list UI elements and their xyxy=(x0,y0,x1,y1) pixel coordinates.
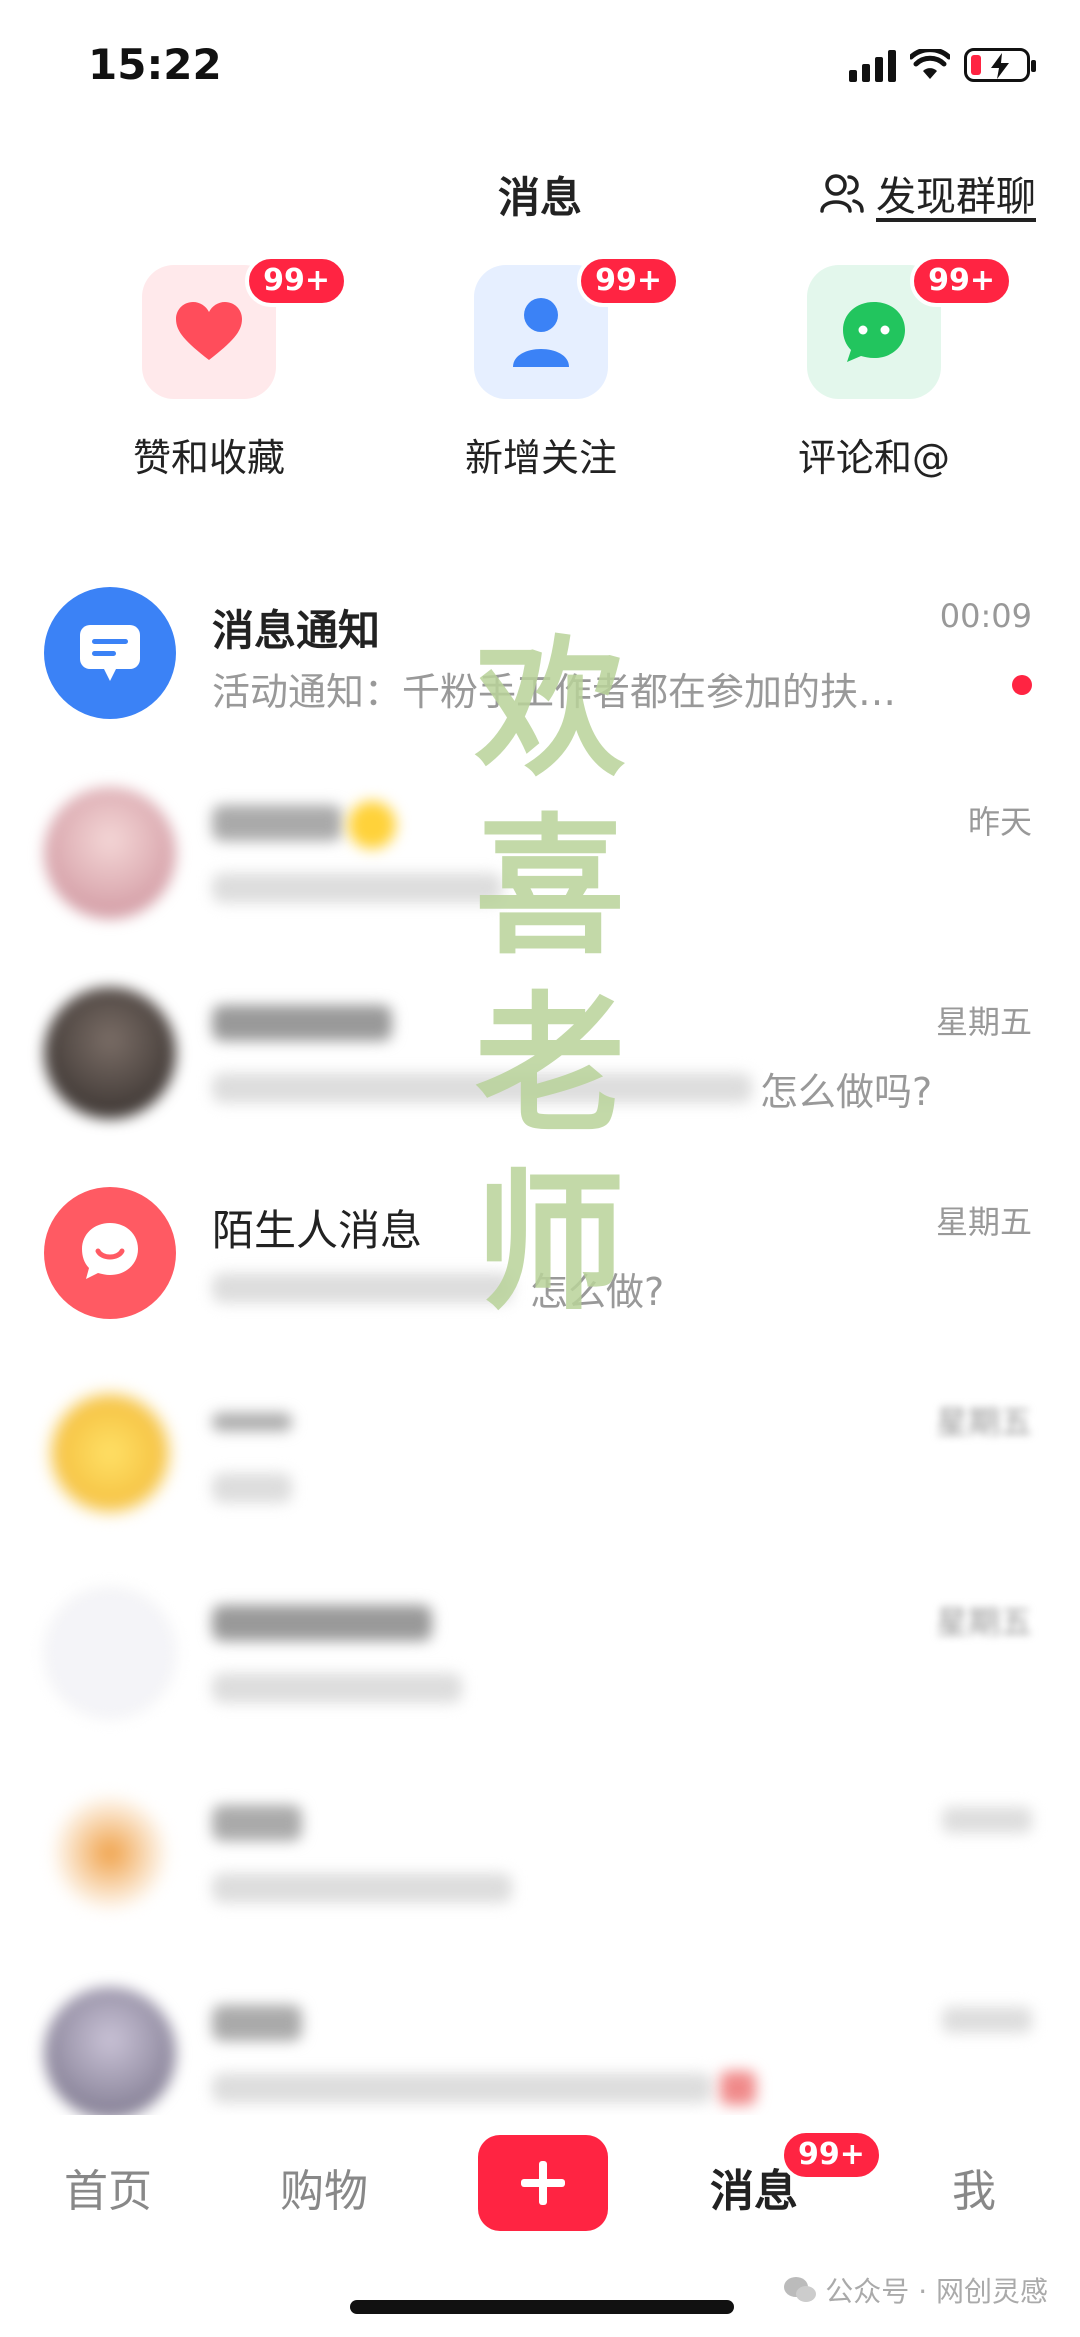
blurred-preview xyxy=(212,2073,712,2103)
list-item-title: 陌生人消息 xyxy=(212,1206,423,1255)
tab-shop[interactable]: 购物 xyxy=(280,2155,368,2219)
emoji-icon xyxy=(348,801,396,849)
signal-icon xyxy=(849,48,896,82)
list-item-preview: 活动通知：千粉手工作者都在参加的扶… xyxy=(212,670,897,714)
list-item-chat[interactable]: 怎么做吗? 星期五 xyxy=(0,975,1080,1175)
blurred-name xyxy=(212,1605,432,1641)
list-item-chat[interactable]: 昨天 xyxy=(0,775,1080,975)
list-item-system-notification[interactable]: 消息通知 活动通知：千粉手工作者都在参加的扶… 00:09 xyxy=(0,575,1080,775)
list-item-time: 星期五 xyxy=(935,1003,1032,1041)
list-item-time: 00:09 xyxy=(939,597,1032,635)
blurred-name xyxy=(212,1005,392,1041)
bottom-tab-bar: 首页 购物 消息 99+ 我 xyxy=(0,2115,1080,2265)
heart-icon xyxy=(176,302,242,360)
group-icon xyxy=(820,174,864,213)
source-watermark: 公众号 · 网创灵感 xyxy=(783,2270,1048,2310)
quick-entries: 99+ 赞和收藏 99+ 新增关注 99+ 评论和@ xyxy=(0,255,1080,495)
comments-label: 评论和@ xyxy=(797,436,950,480)
blurred-name xyxy=(212,1805,302,1841)
quick-entry-followers[interactable]: 99+ 新增关注 xyxy=(421,255,680,482)
status-icons xyxy=(849,48,1036,82)
avatar xyxy=(44,1387,176,1519)
tab-home[interactable]: 首页 xyxy=(64,2155,152,2219)
stranger-avatar xyxy=(44,1187,176,1319)
battery-icon xyxy=(964,48,1036,82)
message-notice-icon xyxy=(80,625,140,681)
blurred-name xyxy=(212,2005,302,2041)
avatar xyxy=(44,787,176,919)
discover-group-chat-button[interactable]: 发现群聊 xyxy=(820,164,1036,222)
avatar xyxy=(44,1787,176,1919)
create-post-button[interactable] xyxy=(478,2135,608,2231)
followers-badge: 99+ xyxy=(577,255,680,307)
avatar xyxy=(44,1987,176,2119)
blurred-preview xyxy=(212,873,502,903)
blurred-preview xyxy=(212,1473,292,1503)
quick-entry-comments[interactable]: 99+ 评论和@ xyxy=(754,255,1013,482)
home-indicator[interactable] xyxy=(350,2300,734,2314)
unread-dot xyxy=(1012,675,1032,695)
list-item-time: 星期五 xyxy=(935,1403,1032,1441)
status-time: 15:22 xyxy=(88,40,222,89)
header: 消息 发现群聊 xyxy=(0,150,1080,240)
blurred-preview xyxy=(212,1673,462,1703)
list-item-time: 星期五 xyxy=(935,1203,1032,1241)
list-item-chat[interactable]: 星期五 xyxy=(0,1375,1080,1575)
chat-bubble-icon xyxy=(843,302,905,362)
comments-badge: 99+ xyxy=(910,255,1013,307)
blurred-time xyxy=(942,2007,1032,2033)
list-item-title: 消息通知 xyxy=(212,606,381,655)
discover-label: 发现群聊 xyxy=(876,174,1036,220)
list-item-chat[interactable] xyxy=(0,1775,1080,1975)
person-icon xyxy=(513,298,569,367)
list-item-preview-tail: 怎么做? xyxy=(530,1270,665,1314)
blurred-emoji xyxy=(720,2071,756,2105)
wifi-icon xyxy=(910,49,950,79)
list-item-time: 昨天 xyxy=(967,803,1032,841)
followers-label: 新增关注 xyxy=(464,436,617,480)
blurred-preview xyxy=(212,1073,752,1103)
status-bar: 15:22 xyxy=(0,0,1080,135)
chat-bubble-icon xyxy=(82,1223,138,1279)
notification-avatar xyxy=(44,587,176,719)
list-item-time: 星期五 xyxy=(935,1603,1032,1641)
blurred-name xyxy=(212,805,342,841)
list-item-preview-tail: 怎么做吗? xyxy=(760,1070,933,1114)
tab-me[interactable]: 我 xyxy=(952,2155,996,2219)
blurred-time xyxy=(942,1807,1032,1833)
blurred-name xyxy=(212,1413,292,1431)
list-item-stranger-messages[interactable]: 陌生人消息 怎么做? 星期五 xyxy=(0,1175,1080,1375)
followers-icon-tile: 99+ xyxy=(474,255,680,399)
source-label: 公众号 · 网创灵感 xyxy=(825,2275,1048,2308)
list-item-chat[interactable]: 星期五 xyxy=(0,1575,1080,1775)
likes-icon-tile: 99+ xyxy=(142,255,348,399)
message-list: 消息通知 活动通知：千粉手工作者都在参加的扶… 00:09 昨天 怎么做吗? 星… xyxy=(0,575,1080,2175)
likes-label: 赞和收藏 xyxy=(132,436,285,480)
likes-badge: 99+ xyxy=(245,255,348,307)
avatar xyxy=(44,987,176,1119)
comments-icon-tile: 99+ xyxy=(807,255,1013,399)
blurred-preview xyxy=(212,1273,512,1303)
wechat-icon xyxy=(784,2277,817,2302)
messages-tab-badge: 99+ xyxy=(780,2129,883,2181)
blurred-preview xyxy=(212,1873,512,1903)
quick-entry-likes[interactable]: 99+ 赞和收藏 xyxy=(89,255,348,482)
avatar xyxy=(44,1587,176,1719)
